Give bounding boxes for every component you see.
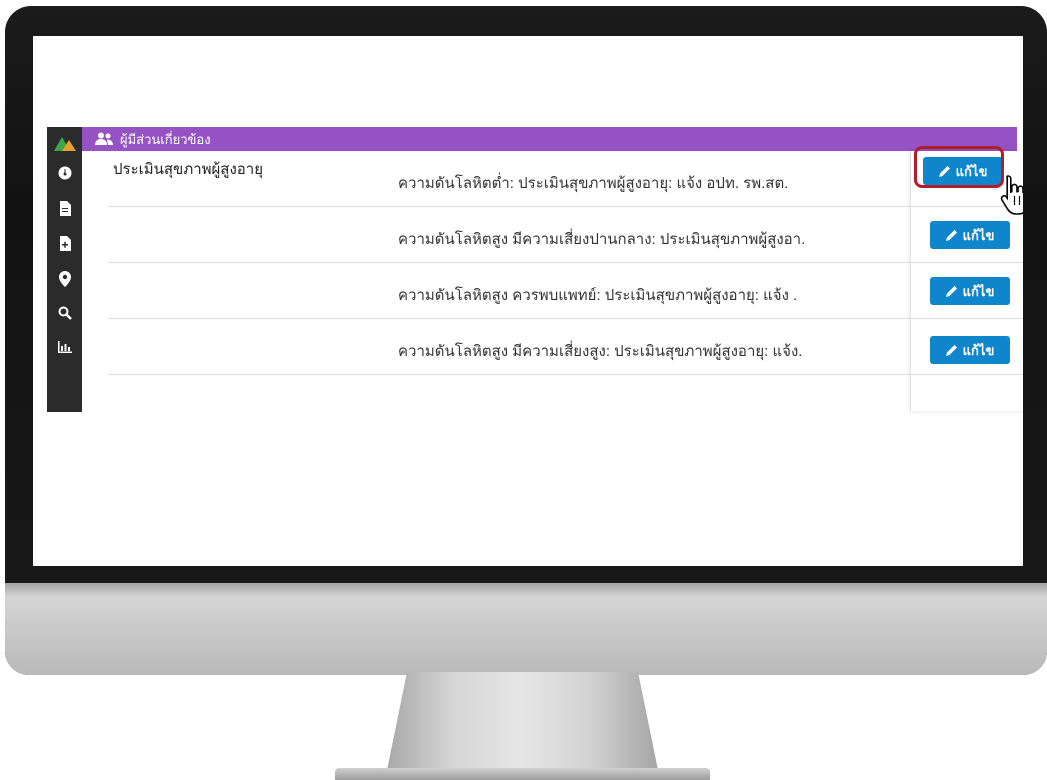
- screen: ผู้มีส่วนเกี่ยวข้อง ประเมินสุขภาพผู้สูงอ…: [33, 36, 1023, 566]
- item-cell: ความดันโลหิตสูง ควรพบแพทย์: ประเมินสุขภา…: [398, 287, 798, 304]
- users-icon: [95, 132, 113, 145]
- sidebar: [47, 127, 82, 412]
- hand-cursor-icon: [1000, 175, 1023, 215]
- item-cell: ความดันโลหิตสูง มีความเสี่ยงปานกลาง: ประ…: [398, 231, 806, 248]
- panel-header: ผู้มีส่วนเกี่ยวข้อง: [82, 127, 1017, 151]
- table-row: ความดันโลหิตสูง ควรพบแพทย์: ประเมินสุขภา…: [108, 263, 1023, 319]
- bar-chart-icon[interactable]: [53, 337, 77, 361]
- edit-button-label: แก้ไข: [962, 227, 995, 243]
- monitor-stand-base: [335, 768, 710, 780]
- table-row: ประเมินสุขภาพผู้สูงอายุ ความดันโลหิตต่ำ:…: [108, 151, 1023, 207]
- edit-button-label: แก้ไข: [962, 342, 995, 358]
- pencil-icon: [945, 286, 957, 297]
- dashboard-icon[interactable]: [53, 162, 77, 186]
- edit-button[interactable]: แก้ไข: [930, 277, 1010, 305]
- logo-icon[interactable]: [53, 133, 76, 151]
- stakeholder-table: ประเมินสุขภาพผู้สูงอายุ ความดันโลหิตต่ำ:…: [108, 151, 1023, 411]
- monitor-chin: [5, 583, 1047, 675]
- table-row: ความดันโลหิตสูง มีความเสี่ยงปานกลาง: ประ…: [108, 207, 1023, 263]
- monitor-stand: [385, 672, 660, 780]
- document-icon[interactable]: [53, 197, 77, 221]
- panel-title: ผู้มีส่วนเกี่ยวข้อง: [120, 131, 211, 147]
- monitor-frame: ผู้มีส่วนเกี่ยวข้อง ประเมินสุขภาพผู้สูงอ…: [5, 6, 1047, 675]
- edit-button[interactable]: แก้ไข: [930, 336, 1010, 364]
- edit-button[interactable]: แก้ไข: [930, 221, 1010, 249]
- group-cell: ประเมินสุขภาพผู้สูงอายุ: [113, 161, 263, 178]
- highlight-box: [914, 146, 1004, 188]
- item-cell: ความดันโลหิตต่ำ: ประเมินสุขภาพผู้สูงอายุ…: [398, 175, 789, 192]
- pencil-icon: [945, 230, 957, 241]
- edit-button-label: แก้ไข: [962, 283, 995, 299]
- table-row: ความดันโลหิตสูง มีความเสี่ยงสูง: ประเมิน…: [108, 319, 1023, 375]
- pencil-icon: [945, 345, 957, 356]
- document-add-icon[interactable]: [53, 232, 77, 256]
- item-cell: ความดันโลหิตสูง มีความเสี่ยงสูง: ประเมิน…: [398, 343, 803, 360]
- search-icon[interactable]: [53, 302, 77, 326]
- map-marker-icon[interactable]: [53, 267, 77, 291]
